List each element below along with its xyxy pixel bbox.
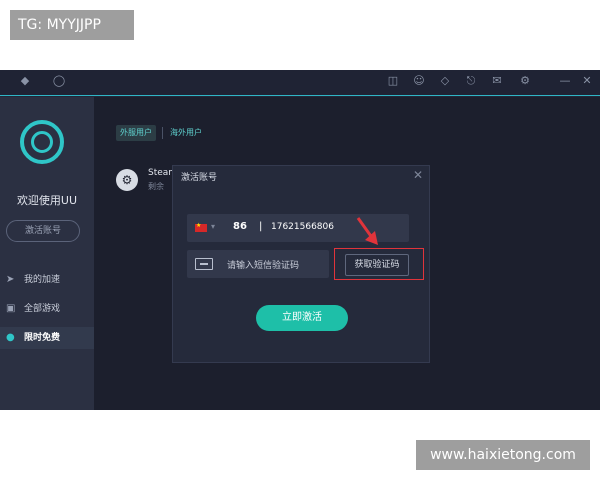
- flag-star-icon: ★: [196, 222, 202, 229]
- tab-divider: [162, 127, 163, 139]
- tag-icon[interactable]: ◇: [438, 74, 452, 88]
- clock-icon: ●: [6, 332, 15, 343]
- welcome-text: 欢迎使用UU: [16, 194, 78, 207]
- sms-code-input[interactable]: 请输入短信验证码: [187, 250, 329, 278]
- controller-icon: ▣: [6, 303, 16, 314]
- sidebar-item-label: 全部游戏: [24, 304, 61, 314]
- sms-placeholder: 请输入短信验证码: [227, 261, 300, 271]
- dialog-title: 激活账号: [181, 173, 218, 183]
- tab-foreign-users[interactable]: 外服用户: [116, 125, 156, 141]
- close-icon[interactable]: ✕: [580, 74, 594, 88]
- phone-number-value: 17621566806: [271, 222, 334, 232]
- steam-icon: ⚙: [116, 169, 138, 191]
- activate-now-button[interactable]: 立即激活: [256, 305, 348, 331]
- country-code: 86: [233, 221, 247, 232]
- tab-overseas-users[interactable]: 海外用户: [166, 125, 206, 141]
- cart-icon[interactable]: ◫: [386, 74, 400, 88]
- bottom-watermark: www.haixietong.com: [416, 440, 590, 470]
- headset-icon[interactable]: ⎋: [464, 74, 478, 88]
- dialog-close-icon[interactable]: ✕: [413, 168, 423, 182]
- minimize-icon[interactable]: —: [558, 74, 572, 88]
- chevron-down-icon[interactable]: ▾: [211, 222, 215, 231]
- sms-icon-line: [200, 263, 208, 265]
- phone-separator: |: [259, 221, 263, 232]
- sidebar-item-free[interactable]: ● 限时免费: [0, 327, 94, 349]
- game-controller-icon[interactable]: ◆: [18, 74, 32, 88]
- uu-logo-inner: [31, 131, 53, 153]
- gamepad-icon[interactable]: ◯: [52, 74, 66, 88]
- app-window: ◆ ◯ ◫ ☺ ◇ ⎋ ✉ ⚙ — ✕ 欢迎使用UU 激活账号 ➤ 我的加速 ▣…: [0, 70, 600, 410]
- game-sub-text: 剩余: [148, 182, 164, 191]
- sidebar: 欢迎使用UU 激活账号 ➤ 我的加速 ▣ 全部游戏 ● 限时免费: [0, 97, 94, 410]
- get-code-button[interactable]: 获取验证码: [345, 254, 409, 276]
- sidebar-item-my-boost[interactable]: ➤ 我的加速: [0, 269, 94, 291]
- rocket-icon: ➤: [6, 274, 15, 285]
- sidebar-activate-button[interactable]: 激活账号: [6, 220, 80, 242]
- message-icon[interactable]: ✉: [490, 74, 504, 88]
- title-bar: ◆ ◯ ◫ ☺ ◇ ⎋ ✉ ⚙ — ✕: [0, 70, 600, 96]
- top-watermark: TG: MYYJJPP: [10, 10, 134, 40]
- settings-icon[interactable]: ⚙: [518, 74, 532, 88]
- sidebar-item-all-games[interactable]: ▣ 全部游戏: [0, 298, 94, 320]
- sidebar-item-label: 限时免费: [24, 333, 61, 343]
- red-arrow-icon: [356, 217, 378, 245]
- sidebar-item-label: 我的加速: [24, 275, 61, 285]
- activate-dialog: 激活账号 ✕ ★ ▾ 86 | 17621566806 请输入短信验证码 获取验…: [172, 165, 430, 363]
- chat-icon[interactable]: ☺: [412, 74, 426, 88]
